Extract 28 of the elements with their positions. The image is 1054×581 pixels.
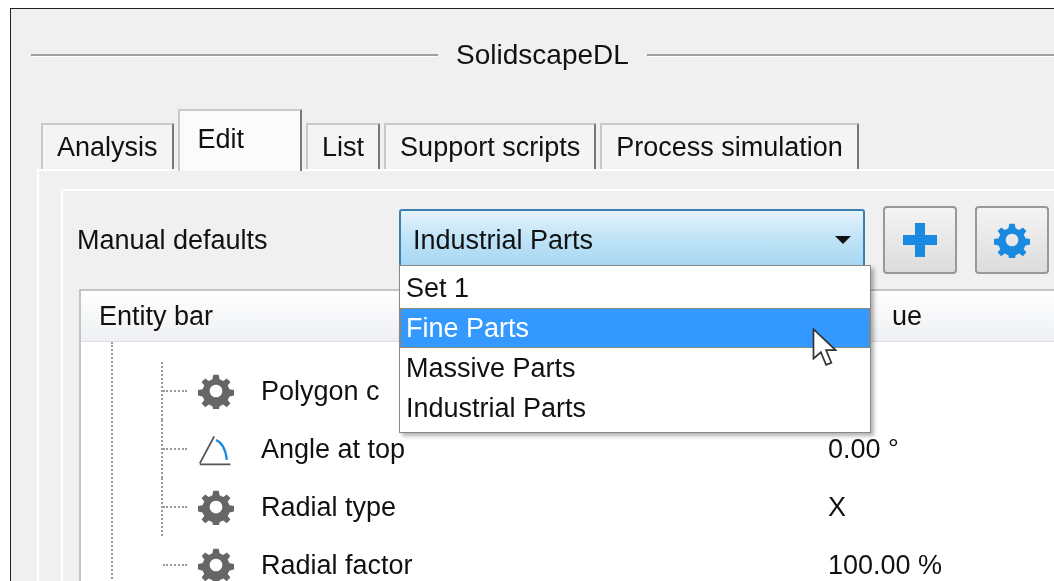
group-title: SolidscapeDL (456, 39, 629, 71)
tab[interactable]: Process simulation (600, 123, 859, 169)
row-label: Radial factor (261, 549, 413, 581)
row-value: 100.00 % (828, 549, 944, 581)
gear-icon (197, 489, 235, 525)
dropdown-option[interactable]: Set 1 (400, 268, 870, 308)
field-label: Manual defaults (77, 224, 269, 256)
row-value: 0.00 ° (828, 433, 900, 465)
tab[interactable]: Analysis (41, 123, 174, 169)
gear-icon (197, 373, 235, 409)
add-button[interactable] (883, 206, 957, 274)
gear-icon (994, 222, 1030, 258)
row-label: Radial type (261, 491, 397, 523)
settings-button[interactable] (975, 206, 1049, 274)
plus-icon (900, 220, 940, 260)
row-label: Polygon c (261, 375, 380, 407)
caret-icon (835, 236, 851, 244)
row-value: X (828, 491, 847, 523)
row-label: Angle at top (261, 433, 406, 465)
tab[interactable]: List (306, 123, 381, 169)
dropdown-option[interactable]: Industrial Parts (400, 388, 870, 428)
gear-icon (197, 547, 235, 581)
dropdown-option[interactable]: Massive Parts (400, 348, 870, 388)
mouse-pointer-icon (811, 327, 837, 367)
column-header: Entity bar (99, 300, 214, 332)
column-header: ue (891, 300, 922, 332)
tab[interactable]: Support scripts (384, 123, 597, 169)
tab[interactable]: Edit (177, 109, 303, 171)
